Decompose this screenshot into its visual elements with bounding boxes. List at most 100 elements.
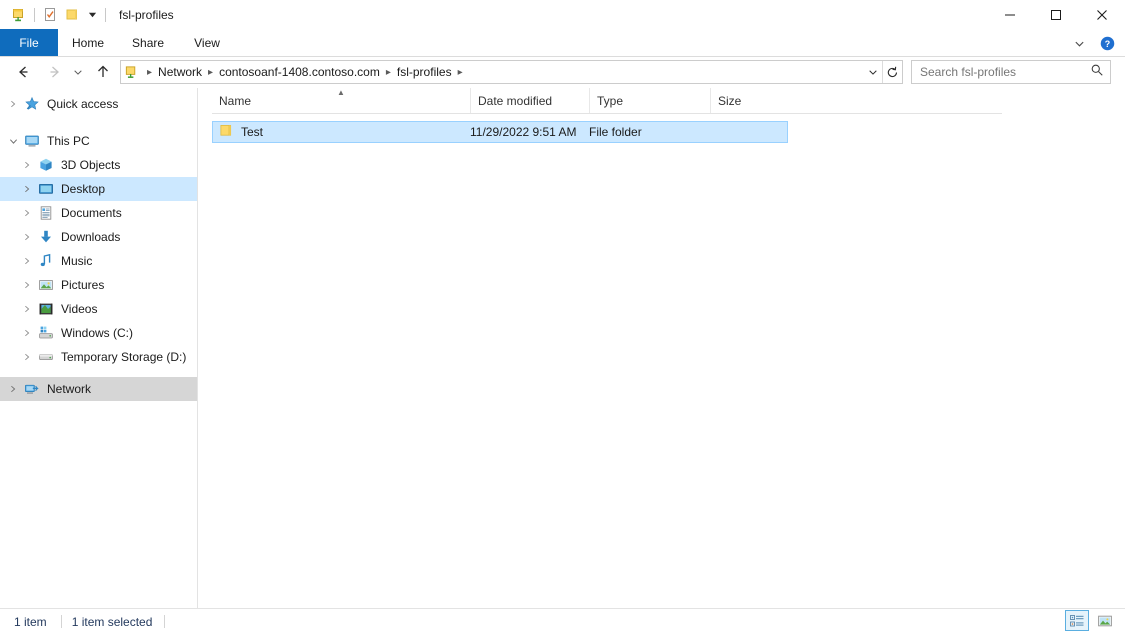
search-input[interactable]: Search fsl-profiles <box>911 60 1111 84</box>
chevron-right-icon[interactable] <box>18 177 36 201</box>
sidebar-item-label: Network <box>47 382 91 396</box>
ribbon-tabs: File Home Share View <box>0 29 1125 57</box>
sidebar-item-label: Downloads <box>61 230 120 244</box>
desktop-icon <box>36 177 56 201</box>
videos-icon <box>36 297 56 321</box>
file-size-cell <box>710 122 786 142</box>
selection-count-label: 1 item selected <box>72 615 153 629</box>
previous-locations-chevron-icon[interactable] <box>864 61 882 83</box>
help-icon[interactable]: ? <box>1095 31 1119 55</box>
star-icon <box>22 92 42 116</box>
status-bar: 1 item 1 item selected <box>0 608 1125 634</box>
tab-home[interactable]: Home <box>58 29 118 57</box>
window-controls <box>987 0 1125 29</box>
tab-share[interactable]: Share <box>118 29 178 57</box>
address-field[interactable]: ▸ Network ▸ contosoanf-1408.contoso.com … <box>120 60 903 84</box>
back-button[interactable] <box>10 59 36 85</box>
window-title: fsl-profiles <box>119 8 174 22</box>
3d-objects-icon <box>36 153 56 177</box>
table-row[interactable]: Test 11/29/2022 9:51 AM File folder <box>212 121 788 143</box>
local-disk-icon <box>36 321 56 345</box>
customize-quick-access-chevron-icon[interactable] <box>83 4 101 26</box>
properties-icon[interactable] <box>39 4 61 26</box>
chevron-right-icon[interactable] <box>18 297 36 321</box>
sidebar-item-music[interactable]: Music <box>0 249 197 273</box>
sidebar-item-this-pc[interactable]: This PC <box>0 129 197 153</box>
sidebar-item-label: Windows (C:) <box>61 326 133 340</box>
chevron-right-icon[interactable] <box>18 249 36 273</box>
breadcrumb-separator-3[interactable]: ▸ <box>456 67 465 78</box>
column-header-label: Date modified <box>478 94 552 108</box>
pictures-icon <box>36 273 56 297</box>
monitor-icon <box>22 129 42 153</box>
file-type-cell: File folder <box>589 122 710 142</box>
file-name-label: Test <box>241 125 263 139</box>
search-placeholder: Search fsl-profiles <box>920 65 1090 79</box>
svg-text:?: ? <box>1104 38 1109 48</box>
chevron-right-icon[interactable] <box>18 321 36 345</box>
search-icon[interactable] <box>1090 63 1104 82</box>
file-date-modified-cell: 11/29/2022 9:51 AM <box>470 122 589 142</box>
breadcrumb-separator-1[interactable]: ▸ <box>206 67 215 78</box>
breadcrumb: ▸ Network ▸ contosoanf-1408.contoso.com … <box>141 61 864 83</box>
tab-view[interactable]: View <box>178 29 236 57</box>
chevron-right-icon[interactable] <box>18 201 36 225</box>
address-tools <box>864 61 902 83</box>
ribbon-right-controls: ? <box>1067 29 1119 57</box>
details-view-button[interactable] <box>1065 610 1089 631</box>
expand-ribbon-chevron-icon[interactable] <box>1067 31 1091 55</box>
file-name-cell[interactable]: Test <box>213 122 470 142</box>
column-header-size[interactable]: Size <box>710 88 786 113</box>
sidebar-item-videos[interactable]: Videos <box>0 297 197 321</box>
up-button[interactable] <box>90 59 116 85</box>
chevron-down-icon[interactable] <box>4 129 22 153</box>
column-header-date-modified[interactable]: Date modified <box>470 88 589 113</box>
chevron-right-icon[interactable] <box>18 153 36 177</box>
status-separator-2 <box>164 615 165 628</box>
sidebar-item-pictures[interactable]: Pictures <box>0 273 197 297</box>
chevron-right-icon[interactable] <box>18 273 36 297</box>
breadcrumb-item-network[interactable]: Network <box>154 65 206 79</box>
column-header-type[interactable]: Type <box>589 88 710 113</box>
breadcrumb-separator-2[interactable]: ▸ <box>384 67 393 78</box>
column-header-name[interactable]: ▲ Name <box>212 88 470 113</box>
sidebar-item-3d-objects[interactable]: 3D Objects <box>0 153 197 177</box>
music-icon <box>36 249 56 273</box>
sidebar-item-label: Temporary Storage (D:) <box>61 350 186 364</box>
file-explorer-window: fsl-profiles File Home Share View ? <box>0 0 1125 634</box>
forward-button[interactable] <box>42 59 68 85</box>
documents-icon <box>36 201 56 225</box>
large-icons-view-button[interactable] <box>1093 610 1117 631</box>
sidebar-item-quick-access[interactable]: Quick access <box>0 92 197 116</box>
file-list-view[interactable]: ▲ Name Date modified Type Size <box>198 88 1125 608</box>
item-count-label: 1 item <box>0 615 47 629</box>
recent-locations-chevron-icon[interactable] <box>68 59 88 85</box>
sidebar-item-desktop[interactable]: Desktop <box>0 177 197 201</box>
chevron-right-icon[interactable] <box>18 225 36 249</box>
sidebar-item-label: Videos <box>61 302 97 316</box>
breadcrumb-item-server[interactable]: contosoanf-1408.contoso.com <box>215 65 384 79</box>
column-header-label: Name <box>219 94 251 108</box>
new-folder-icon[interactable] <box>61 4 83 26</box>
sidebar-item-documents[interactable]: Documents <box>0 201 197 225</box>
sidebar-item-label: Music <box>61 254 92 268</box>
minimize-button[interactable] <box>987 0 1033 29</box>
sidebar-item-downloads[interactable]: Downloads <box>0 225 197 249</box>
close-button[interactable] <box>1079 0 1125 29</box>
tab-file[interactable]: File <box>0 29 58 57</box>
pin-network-folder-icon[interactable] <box>8 4 30 26</box>
chevron-right-icon[interactable] <box>4 92 22 116</box>
navigation-pane[interactable]: Quick access This PC <box>0 88 197 608</box>
status-separator-1 <box>61 615 62 628</box>
refresh-icon[interactable] <box>882 61 902 83</box>
chevron-right-icon[interactable] <box>4 377 22 401</box>
sidebar-item-label: Documents <box>61 206 122 220</box>
network-share-folder-icon <box>121 65 141 80</box>
chevron-right-icon[interactable] <box>18 345 36 369</box>
sidebar-item-temporary-storage-d[interactable]: Temporary Storage (D:) <box>0 345 197 369</box>
sidebar-item-windows-c[interactable]: Windows (C:) <box>0 321 197 345</box>
breadcrumb-item-share[interactable]: fsl-profiles <box>393 65 456 79</box>
maximize-button[interactable] <box>1033 0 1079 29</box>
sidebar-item-network[interactable]: Network <box>0 377 197 401</box>
sidebar-item-label: Desktop <box>61 182 105 196</box>
